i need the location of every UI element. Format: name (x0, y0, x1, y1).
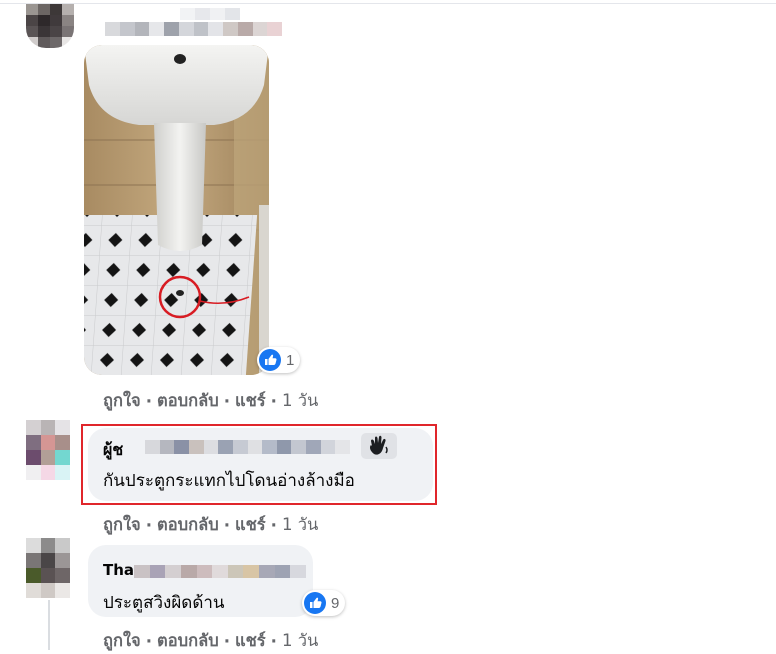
separator: · (270, 391, 277, 411)
share-button[interactable]: แชร์ (235, 512, 266, 538)
thread-line (48, 600, 50, 650)
reaction-count[interactable]: 1 (257, 347, 301, 373)
timestamp[interactable]: 1 วัน (282, 388, 318, 414)
author-name[interactable]: Tha (103, 561, 134, 579)
reply-button[interactable]: ตอบกลับ (157, 388, 219, 414)
avatar[interactable] (26, 4, 74, 48)
comment-bubble: Tha ประตูสวิงผิดด้าน (88, 545, 313, 617)
like-button[interactable]: ถูกใจ (103, 512, 141, 538)
separator: · (270, 515, 277, 535)
reply-button[interactable]: ตอบกลับ (157, 512, 219, 538)
comment-actions: ถูกใจ · ตอบกลับ · แชร์ · 1 วัน (103, 512, 318, 538)
reaction-count[interactable]: 9 (302, 590, 346, 616)
like-button[interactable]: ถูกใจ (103, 628, 141, 654)
timestamp[interactable]: 1 วัน (282, 512, 318, 538)
separator: · (223, 631, 230, 651)
separator: · (223, 391, 230, 411)
like-count: 1 (286, 351, 295, 369)
photo-sink-drain (84, 45, 269, 375)
separator: · (145, 631, 152, 651)
avatar[interactable] (26, 420, 70, 480)
comment-actions: ถูกใจ · ตอบกลับ · แชร์ · 1 วัน (103, 388, 318, 414)
comment-actions: ถูกใจ · ตอบกลับ · แชร์ · 1 วัน (103, 628, 318, 654)
photo-attachment[interactable] (84, 45, 269, 375)
like-count: 9 (331, 594, 340, 612)
highlight-box (81, 424, 437, 505)
avatar[interactable] (26, 538, 70, 598)
timestamp[interactable]: 1 วัน (282, 628, 318, 654)
like-icon (304, 592, 326, 614)
like-icon (259, 349, 281, 371)
separator: · (270, 631, 277, 651)
separator: · (145, 391, 152, 411)
reply-button[interactable]: ตอบกลับ (157, 628, 219, 654)
share-button[interactable]: แชร์ (235, 628, 266, 654)
separator: · (223, 515, 230, 535)
top-divider (0, 3, 776, 4)
author-name-blurred[interactable] (134, 565, 306, 578)
share-button[interactable]: แชร์ (235, 388, 266, 414)
comment-text: ประตูสวิงผิดด้าน (103, 593, 225, 613)
author-name-blurred-top (180, 8, 240, 20)
separator: · (145, 515, 152, 535)
like-button[interactable]: ถูกใจ (103, 388, 141, 414)
author-name-blurred[interactable] (105, 22, 282, 36)
